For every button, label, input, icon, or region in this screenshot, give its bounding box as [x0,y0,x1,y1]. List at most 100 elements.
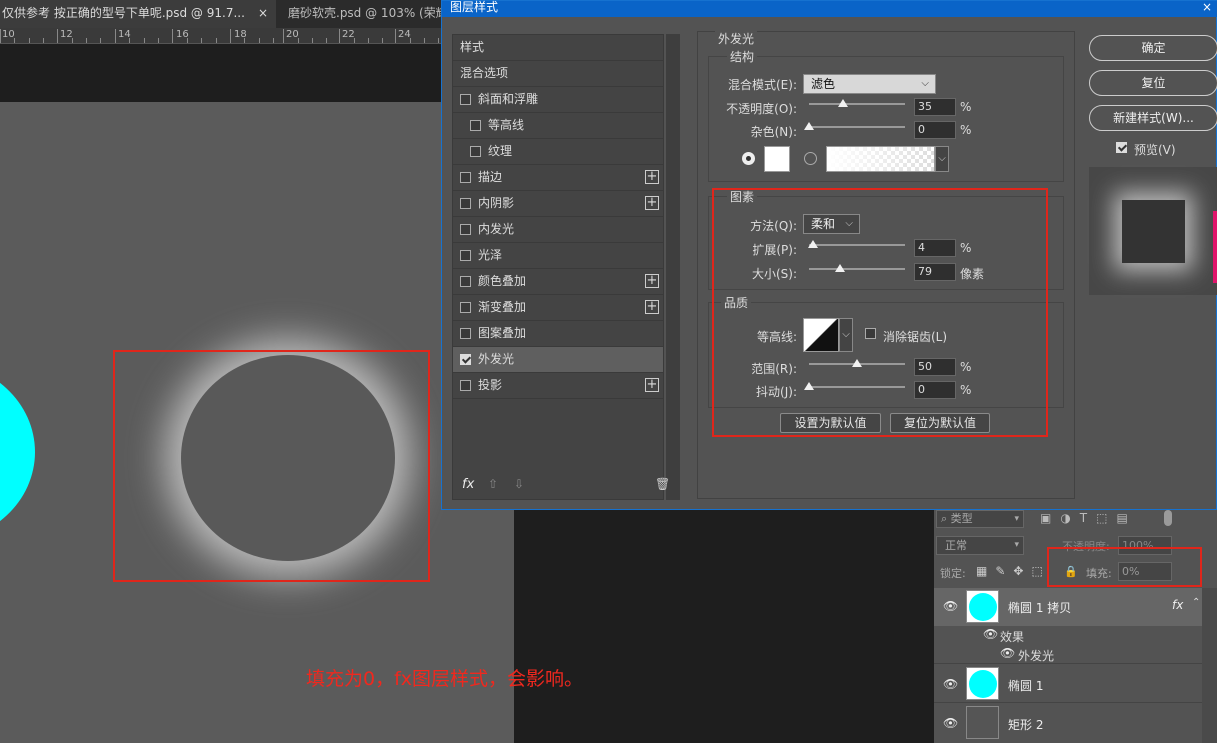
style-checkbox[interactable] [470,146,481,157]
move-down-icon[interactable]: ⇩ [514,477,524,491]
style-item[interactable]: 渐变叠加 + [453,295,663,321]
style-list: 样式 混合选项 斜面和浮雕 等高线 纹理 描边 + 内阴影 + 内发光 光泽 颜色叠加 + 渐变叠加 +… [452,34,664,500]
lock-icons[interactable]: ▦✎✥⬚ [976,564,1051,578]
gradient-swatch[interactable] [826,146,935,172]
blend-mode-select[interactable]: 滤色 ⌵ [803,74,936,94]
noise-input[interactable]: 0 [914,121,956,139]
document-tab-1-label: 仅供参考 按正确的型号下单呢.psd @ 91.7... [2,6,245,20]
style-item[interactable]: 外发光 [453,347,663,373]
blending-options-item[interactable]: 混合选项 [453,61,663,87]
style-item[interactable]: 投影 + [453,373,663,399]
layer-row-ellipse-copy[interactable]: 👁 椭圆 1 拷贝 fx ⌃ [934,588,1202,626]
preview-label: 预览(V) [1134,143,1176,157]
layer-name[interactable]: 椭圆 1 [1008,677,1043,694]
ok-button[interactable]: 确定 [1089,35,1217,61]
style-item[interactable]: 图案叠加 [453,321,663,347]
trash-icon[interactable]: 🗑 [655,477,670,491]
color-radio-selected[interactable] [742,152,755,165]
style-item[interactable]: 斜面和浮雕 [453,87,663,113]
move-up-icon[interactable]: ⇧ [488,477,498,491]
preview-checkbox[interactable] [1116,142,1127,153]
style-checkbox[interactable] [460,328,471,339]
style-item[interactable]: 描边 + [453,165,663,191]
blend-mode-dropdown[interactable]: 正常 ▾ [936,536,1024,555]
style-checkbox[interactable] [460,224,471,235]
style-item[interactable]: 光泽 [453,243,663,269]
blend-mode-value: 正常 [945,539,967,552]
style-item-label: 斜面和浮雕 [478,92,539,106]
style-checkbox[interactable] [460,198,471,209]
add-effect-icon[interactable]: + [645,196,659,210]
style-item[interactable]: 等高线 [453,113,663,139]
glow-color-swatch[interactable] [764,146,790,172]
style-checkbox[interactable] [460,172,471,183]
style-list-header-label: 样式 [460,40,485,54]
visibility-eye-icon[interactable]: 👁 [983,627,998,641]
gradient-radio[interactable] [804,152,817,165]
style-checkbox[interactable] [460,250,471,261]
slider-thumb[interactable] [804,122,814,130]
fx-menu-icon[interactable]: fx [462,477,474,492]
layer-filter-dropdown[interactable]: ⌕ 类型 ▾ [936,510,1024,528]
style-item-label: 颜色叠加 [478,274,527,288]
visibility-eye-icon[interactable]: 👁 [943,677,958,691]
pasteboard [0,44,514,102]
cyan-ellipse-shape [0,362,35,542]
ruler-number: 22 [342,29,355,40]
style-list-header[interactable]: 样式 [453,35,663,61]
new-style-button[interactable]: 新建样式(W)... [1089,105,1217,131]
layer-filter-icons[interactable]: ▣◑T⬚▤ [1040,511,1137,525]
add-effect-icon[interactable]: + [645,170,659,184]
style-checkbox[interactable] [460,276,471,287]
close-icon[interactable]: × [1202,1,1212,14]
add-effect-icon[interactable]: + [645,274,659,288]
layer-name[interactable]: 椭圆 1 拷贝 [1008,599,1071,616]
dialog-titlebar[interactable]: 图层样式 × [442,1,1217,17]
style-list-scrollbar[interactable] [666,34,680,500]
noise-value: 0 [918,123,925,136]
reset-button[interactable]: 复位 [1089,70,1217,96]
style-checkbox[interactable] [460,94,471,105]
style-checkbox[interactable] [460,354,471,365]
document-tab-1[interactable]: 仅供参考 按正确的型号下单呢.psd @ 91.7... × [0,0,276,28]
annotation-box-canvas [113,350,430,582]
noise-label: 杂色(N): [750,125,797,139]
add-effect-icon[interactable]: + [645,378,659,392]
style-checkbox[interactable] [460,380,471,391]
add-effect-icon[interactable]: + [645,300,659,314]
edge-marker [1213,211,1217,283]
layer-name[interactable]: 矩形 2 [1008,716,1043,733]
style-item-label: 内阴影 [478,196,515,210]
outer-glow-effect-label[interactable]: 外发光 [1018,647,1054,664]
opacity-input[interactable]: 35 [914,98,956,116]
fx-badge-icon[interactable]: fx [1172,598,1183,612]
chevron-down-icon[interactable]: ⌵ [935,146,949,172]
style-item[interactable]: 内发光 [453,217,663,243]
opacity-slider[interactable] [809,99,905,107]
ruler-number: 24 [398,29,411,40]
slider-thumb[interactable] [837,99,848,107]
layer-filter-value: 类型 [950,512,973,525]
close-tab-icon[interactable]: × [258,0,268,26]
layer-row-ellipse[interactable]: 👁 椭圆 1 [934,665,1202,703]
blend-mode-label: 混合模式(E): [728,78,797,92]
visibility-eye-icon[interactable]: 👁 [1000,646,1015,660]
layer-row-rectangle[interactable]: 👁 矩形 2 [934,704,1202,742]
style-item-label: 投影 [478,378,503,392]
visibility-eye-icon[interactable]: 👁 [943,716,958,730]
visibility-eye-icon[interactable]: 👁 [943,599,958,613]
layers-scrollbar[interactable] [1202,588,1217,743]
style-checkbox[interactable] [470,120,481,131]
search-icon: ⌕ [941,512,951,525]
blend-mode-select-value: 滤色 [811,77,836,91]
filter-toggle-icon[interactable] [1164,510,1172,526]
noise-slider[interactable] [804,122,905,130]
document-tab-2[interactable]: 磨砂软壳.psd @ 103% (荣耀... [288,0,445,28]
chevron-up-icon[interactable]: ⌃ [1192,597,1200,608]
style-item[interactable]: 纹理 [453,139,663,165]
style-item[interactable]: 内阴影 + [453,191,663,217]
style-checkbox[interactable] [460,302,471,313]
structure-title: 结构 [727,48,758,65]
style-item[interactable]: 颜色叠加 + [453,269,663,295]
ruler-number: 10 [2,29,15,40]
